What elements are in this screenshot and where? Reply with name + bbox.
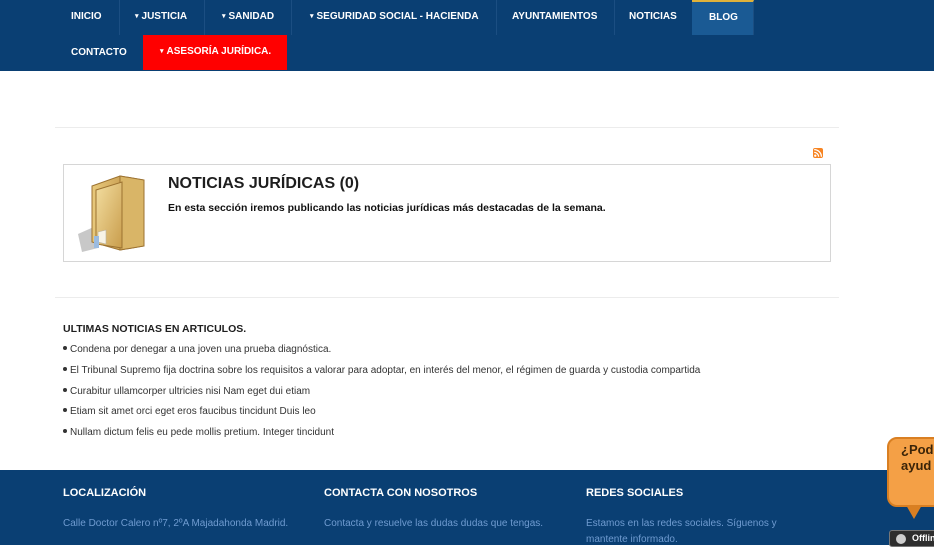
footer-heading: LOCALIZACIÓN: [63, 487, 147, 499]
article-link[interactable]: Condena por denegar a una joven una prue…: [70, 344, 331, 355]
article-link[interactable]: Curabitur ullamcorper ultricies nisi Nam…: [70, 386, 310, 397]
footer-text[interactable]: Calle Doctor Calero nº7, 2ºA Majadahonda…: [63, 516, 293, 532]
nav-item-label: AYUNTAMIENTOS: [512, 11, 598, 22]
bullet-icon: [63, 346, 67, 350]
nav-item-ayuntamientos[interactable]: AYUNTAMIENTOS: [495, 0, 616, 35]
bullet-icon: [63, 387, 67, 392]
article-link[interactable]: El Tribunal Supremo fija doctrina sobre …: [70, 365, 700, 376]
nav-item-label: SANIDAD: [228, 11, 275, 22]
category-title: NOTICIAS JURÍDICAS (0): [168, 175, 360, 192]
site-footer: LOCALIZACIÓN Calle Doctor Calero nº7, 2º…: [0, 470, 934, 545]
list-item[interactable]: El Tribunal Supremo fija doctrina sobre …: [63, 364, 700, 385]
category-box: NOTICIAS JURÍDICAS (0) En esta sección i…: [63, 164, 831, 262]
nav-item-label: JUSTICIA: [141, 11, 188, 22]
nav-item-contacto[interactable]: CONTACTO: [54, 36, 144, 71]
main-navigation: INICIO ▾ JUSTICIA ▾ SANIDAD ▾ SEGURIDAD SOC…: [0, 0, 934, 71]
nav-item-asesoria-juridica[interactable]: ▾ ASESORÍA JURÍDICA.: [143, 35, 287, 70]
article-link[interactable]: Etiam sit amet orci eget eros faucibus t…: [70, 406, 316, 417]
caret-down-icon: ▾: [160, 48, 164, 55]
offline-status-icon: [896, 534, 906, 544]
nav-item-label: NOTICIAS: [629, 11, 677, 22]
bullet-icon: [63, 366, 67, 371]
nav-item-label: CONTACTO: [71, 47, 127, 58]
chat-bubble[interactable]: ¿Pod ayud: [887, 437, 934, 507]
nav-item-justicia[interactable]: ▾ JUSTICIA: [118, 0, 206, 35]
nav-item-blog[interactable]: BLOG: [692, 0, 754, 35]
divider: [55, 127, 839, 128]
nav-item-inicio[interactable]: INICIO: [54, 0, 120, 35]
list-item[interactable]: Etiam sit amet orci eget eros faucibus t…: [63, 405, 700, 426]
chat-line: ¿Pod: [901, 442, 934, 457]
rss-feed-icon[interactable]: [813, 148, 823, 158]
nav-item-label: SEGURIDAD SOCIAL - HACIENDA: [316, 11, 479, 22]
nav-item-label: INICIO: [71, 11, 102, 22]
divider: [55, 297, 839, 298]
caret-down-icon: ▾: [310, 13, 314, 20]
list-item[interactable]: Condena por denegar a una joven una prue…: [63, 343, 700, 364]
nav-item-seguridad-social-hacienda[interactable]: ▾ SEGURIDAD SOCIAL - HACIENDA: [293, 0, 497, 35]
list-item[interactable]: Curabitur ullamcorper ultricies nisi Nam…: [63, 385, 700, 406]
footer-heading: CONTACTA CON NOSOTROS: [324, 487, 478, 499]
nav-item-label: ASESORÍA JURÍDICA.: [166, 46, 272, 57]
footer-text[interactable]: Contacta y resuelve las dudas dudas que …: [324, 516, 554, 532]
article-link[interactable]: Nullam dictum felis eu pede mollis preti…: [70, 427, 334, 438]
nav-item-label: BLOG: [709, 12, 738, 23]
chat-line: ayud: [901, 458, 932, 473]
bullet-icon: [63, 408, 67, 413]
nav-item-noticias[interactable]: NOTICIAS: [612, 0, 695, 35]
chat-bubble-text: ¿Pod ayud: [901, 442, 934, 474]
category-description: En esta sección iremos publicando las no…: [168, 202, 606, 214]
nav-item-sanidad[interactable]: ▾ SANIDAD: [205, 0, 293, 35]
latest-news-heading: ULTIMAS NOTICIAS EN ARTICULOS.: [63, 323, 247, 335]
footer-text[interactable]: Estamos en las redes sociales. Síguenos …: [586, 516, 816, 548]
list-item[interactable]: Nullam dictum felis eu pede mollis preti…: [63, 426, 700, 447]
folder-icon: [76, 174, 150, 254]
chat-offline-button[interactable]: Offlin: [889, 530, 934, 547]
chat-bubble-tail: [906, 505, 922, 519]
caret-down-icon: ▾: [135, 13, 139, 20]
latest-news-list: Condena por denegar a una joven una prue…: [63, 343, 700, 447]
chat-offline-label: Offlin: [912, 533, 934, 543]
footer-heading: REDES SOCIALES: [586, 487, 684, 499]
bullet-icon: [63, 429, 67, 434]
caret-down-icon: ▾: [222, 13, 226, 20]
